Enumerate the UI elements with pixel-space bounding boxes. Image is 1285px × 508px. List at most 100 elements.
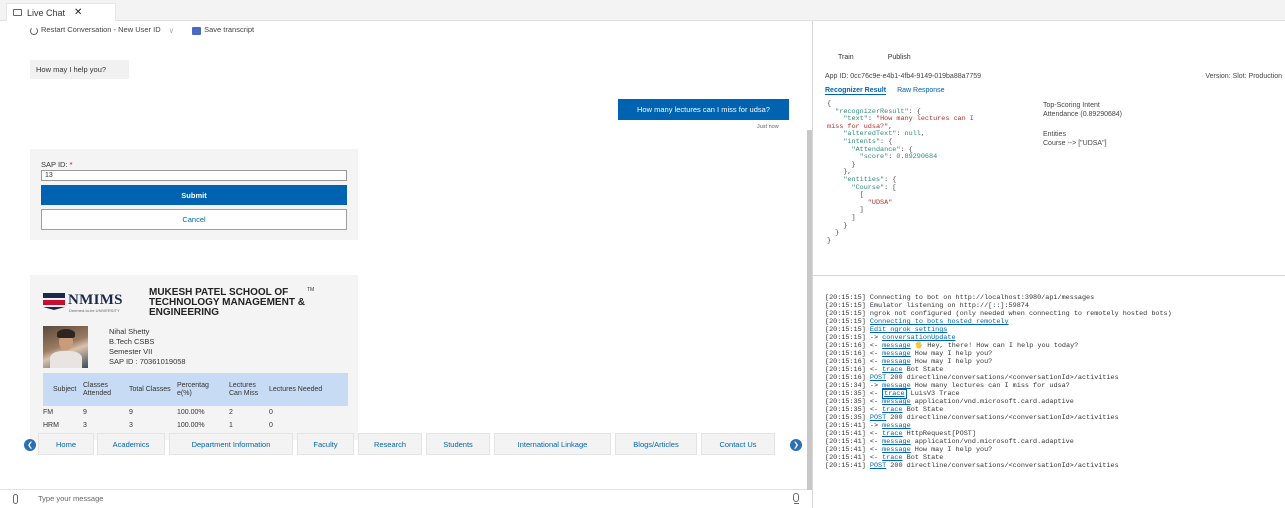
log-link[interactable]: message	[882, 422, 911, 430]
table-cell: 3	[129, 422, 133, 429]
log-link[interactable]: trace	[882, 366, 902, 374]
action-international-linkage[interactable]: International Linkage	[494, 433, 611, 455]
log-link[interactable]: conversationUpdate	[882, 334, 955, 342]
student-sap-id: SAP ID : 70361019058	[109, 357, 186, 366]
close-icon[interactable]: ✕	[74, 7, 82, 18]
save-transcript-label: Save transcript	[204, 25, 255, 35]
restart-conversation-button[interactable]: Restart Conversation - New User ID	[30, 25, 161, 35]
tab-raw-response[interactable]: Raw Response	[897, 87, 944, 95]
log-line: [20:15:41] <- message How may I help you…	[825, 446, 1172, 454]
log-prefix: ->	[865, 382, 883, 390]
tab-publish[interactable]: Publish	[888, 54, 911, 61]
json-viewer: { "recognizerResult": { "text": "How man…	[827, 100, 974, 245]
logo-text: NMIMS	[68, 292, 123, 308]
log-prefix: <-	[865, 406, 883, 414]
scroll-right-arrow-icon[interactable]: ❯	[790, 439, 802, 451]
log-timestamp: [20:15:41]	[825, 454, 866, 462]
log-timestamp: [20:15:16]	[825, 358, 866, 366]
log-prefix: ngrok not configured (only needed when c…	[865, 310, 1172, 318]
action-contact-us[interactable]: Contact Us	[701, 433, 775, 455]
action-academics[interactable]: Academics	[97, 433, 165, 455]
log-text: HttpRequest[POST]	[902, 430, 976, 438]
inspector-pane: Train Publish App ID: 0cc76c9e-e4b1-4fb4…	[813, 21, 1285, 275]
log-link[interactable]: message	[882, 398, 911, 406]
table-row: FM 9 9 100.00% 2 0	[43, 406, 348, 419]
log-link[interactable]: trace	[882, 406, 902, 414]
table-row: HRM 3 3 100.00% 1 0	[43, 419, 348, 432]
action-research[interactable]: Research	[358, 433, 422, 455]
log-link[interactable]: POST	[870, 414, 886, 422]
log-link[interactable]: trace	[882, 454, 902, 462]
log-line: [20:15:15] -> conversationUpdate	[825, 334, 1172, 342]
log-timestamp: [20:15:16]	[825, 366, 866, 374]
nmims-logo: NMIMS Deemed-to-be UNIVERSITY	[43, 288, 130, 315]
action-students[interactable]: Students	[426, 433, 490, 455]
restart-icon	[30, 26, 38, 35]
microphone-icon[interactable]	[793, 493, 799, 502]
log-line: [20:15:16] <- trace Bot State	[825, 366, 1172, 374]
entities-value: Course --> ["UDSA"]	[1043, 139, 1107, 147]
cancel-button[interactable]: Cancel	[41, 209, 347, 230]
log-link[interactable]: POST	[870, 374, 886, 382]
log-link[interactable]: POST	[870, 462, 886, 470]
log-timestamp: [20:15:41]	[825, 422, 866, 430]
suggested-actions-row: ❮ Home Academics Department Information …	[0, 433, 810, 455]
log-line: [20:15:16] <- message How may I help you…	[825, 350, 1172, 358]
table-header-row: Subject Classes Attended Total Classes P…	[43, 373, 348, 406]
log-timestamp: [20:15:15]	[825, 334, 866, 342]
action-blogs-articles[interactable]: Blogs/Articles	[615, 433, 697, 455]
microphone-stand	[794, 503, 799, 504]
log-prefix: <-	[865, 430, 883, 438]
col-total-classes: Total Classes	[129, 385, 171, 393]
save-transcript-button[interactable]: Save transcript	[192, 25, 255, 35]
chat-toolbar: Restart Conversation - New User ID ∨ Sav…	[0, 21, 810, 39]
top-intent-title: Top-Scoring Intent	[1043, 102, 1100, 109]
log-line: [20:15:35] <- trace LuisV3 Trace	[825, 389, 1172, 399]
log-prefix: ->	[865, 334, 883, 342]
log-line: [20:15:41] <- trace HttpRequest[POST]	[825, 430, 1172, 438]
table-cell: HRM	[43, 422, 59, 429]
log-link[interactable]: message	[882, 342, 911, 350]
log-link[interactable]: message	[882, 350, 911, 358]
student-name: Nihal Shetty	[109, 327, 150, 336]
submit-button[interactable]: Submit	[41, 185, 347, 205]
col-percentage: Percentag e(%)	[177, 381, 209, 397]
tab-recognizer-result[interactable]: Recognizer Result	[825, 87, 887, 95]
tab-train[interactable]: Train	[838, 54, 854, 61]
log-link[interactable]: message	[882, 446, 911, 454]
table-cell: 100.00%	[177, 409, 205, 416]
sap-id-input[interactable]	[41, 170, 347, 181]
log-timestamp: [20:15:41]	[825, 446, 866, 454]
log-timestamp: [20:15:16]	[825, 350, 866, 358]
message-input[interactable]: Type your message	[38, 494, 103, 503]
log-text: LuisV3 Trace	[906, 390, 960, 398]
log-prefix: <-	[865, 398, 883, 406]
log-text: How many lectures can I miss for udsa?	[910, 382, 1070, 390]
action-department-information[interactable]: Department Information	[169, 433, 293, 455]
log-text: How may I help you?	[910, 358, 993, 366]
log-timestamp: [20:15:15]	[825, 318, 866, 326]
paperclip-icon[interactable]	[13, 494, 18, 504]
log-text: How may I help you?	[910, 446, 993, 454]
log-timestamp: [20:15:41]	[825, 462, 866, 470]
scroll-left-arrow-icon[interactable]: ❮	[24, 439, 36, 451]
log-link[interactable]: trace	[882, 430, 902, 438]
tab-live-chat[interactable]: Live Chat ✕	[6, 3, 116, 21]
app-id: App ID: 0cc76c9e-e4b1-4fb4-9149-019ba88a…	[825, 73, 982, 80]
restart-dropdown-chevron[interactable]: ∨	[169, 26, 175, 35]
log-link[interactable]: Edit ngrok settings	[870, 326, 948, 334]
table-cell: FM	[43, 409, 54, 416]
log-link[interactable]: message	[882, 438, 911, 446]
log-link[interactable]: message	[882, 358, 911, 366]
save-icon	[192, 26, 202, 35]
log-timestamp: [20:15:16]	[825, 342, 866, 350]
log-prefix: Connecting to bot on http://localhost:39…	[865, 294, 1095, 302]
log-line: [20:15:41] POST 200 directline/conversat…	[825, 462, 1172, 470]
chat-transcript[interactable]: How may I help you? How many lectures ca…	[0, 39, 810, 489]
action-home[interactable]: Home	[38, 433, 94, 455]
log-line: [20:15:15] Edit ngrok settings	[825, 326, 1172, 334]
action-faculty[interactable]: Faculty	[297, 433, 354, 455]
top-intent-value: Attendance (0.89290684)	[1043, 110, 1123, 118]
log-prefix: <-	[865, 342, 883, 350]
log-link[interactable]: Connecting to bots hosted remotely	[870, 318, 1009, 326]
